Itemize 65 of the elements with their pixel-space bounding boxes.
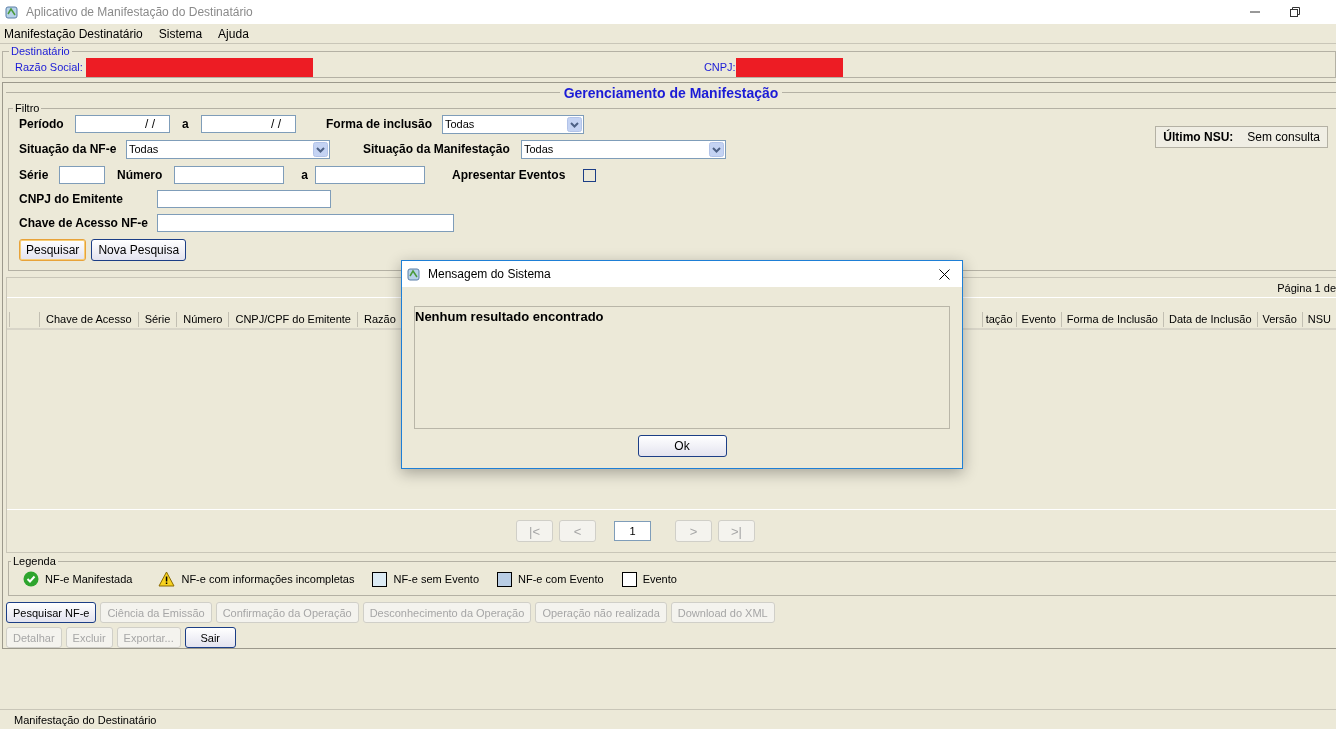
window-title: Aplicativo de Manifestação do Destinatário xyxy=(26,5,253,19)
column-header[interactable]: NSU xyxy=(1301,311,1336,327)
ok-button[interactable]: Ok xyxy=(637,435,727,457)
page-info: Página 1 de xyxy=(1277,281,1336,294)
message-text: Nenhum resultado encontrado xyxy=(415,309,604,324)
text-field[interactable] xyxy=(157,190,331,209)
legend-label: NF-e Manifestada xyxy=(45,573,133,585)
field-label: Período xyxy=(19,117,65,132)
menu-item[interactable]: Ajuda xyxy=(218,26,249,41)
action-button[interactable]: Pesquisar NF-e xyxy=(6,602,97,623)
nsu-label: Último NSU: xyxy=(1163,130,1234,145)
field-label: Razão Social: xyxy=(15,61,83,73)
menu-item[interactable]: Manifestação Destinatário xyxy=(4,26,143,41)
column-header[interactable]: Série xyxy=(137,311,177,327)
column-header[interactable]: Versão xyxy=(1256,311,1302,327)
column-header[interactable]: Evento xyxy=(1015,311,1061,327)
field-label: Série xyxy=(19,168,50,183)
action-button[interactable]: Sair xyxy=(184,627,236,648)
field-label: a xyxy=(182,117,190,132)
nsu-value: Sem consulta xyxy=(1247,130,1320,145)
app-icon xyxy=(406,266,422,282)
legend-label: NF-e com informações incompletas xyxy=(181,573,355,585)
field-label: Situação da NF-e xyxy=(19,142,118,157)
field-label: Forma de inclusão xyxy=(326,117,434,132)
column-header[interactable]: Número xyxy=(176,311,229,327)
field-label: Número xyxy=(117,168,164,183)
date-field[interactable]: / / xyxy=(75,115,170,134)
legend-label: Evento xyxy=(642,573,677,585)
dropdown[interactable]: Todas xyxy=(126,139,330,159)
page-number-field[interactable]: 1 xyxy=(614,521,651,541)
legend-label: NF-e sem Evento xyxy=(393,573,480,585)
close-icon[interactable] xyxy=(939,268,950,280)
field-label: CNPJ do Emitente xyxy=(19,192,124,207)
field-label: CNPJ: xyxy=(703,61,736,73)
column-header[interactable]: Data de Inclusão xyxy=(1162,311,1257,327)
checkbox[interactable] xyxy=(583,168,597,182)
app-icon xyxy=(4,4,20,20)
check-icon xyxy=(23,571,39,587)
group-title: Legenda xyxy=(12,555,57,567)
warning-icon xyxy=(158,571,176,587)
column-header[interactable]: Chave de Acesso xyxy=(39,311,138,327)
text-field[interactable] xyxy=(174,166,284,185)
column-header[interactable]: Forma de Inclusão xyxy=(1060,311,1163,327)
text-field[interactable] xyxy=(59,166,105,185)
column-header[interactable]: CNPJ/CPF do Emitente xyxy=(228,311,357,327)
column-header[interactable]: tação xyxy=(981,311,1016,327)
status-text: Manifestação do Destinatário xyxy=(14,713,157,726)
restore-icon[interactable] xyxy=(1290,7,1300,17)
text-field[interactable] xyxy=(157,214,454,233)
dialog-title: Mensagem do Sistema xyxy=(428,267,551,281)
text-field[interactable] xyxy=(315,166,425,185)
legend-label: NF-e com Evento xyxy=(518,573,604,585)
field-label: Chave de Acesso NF-e xyxy=(19,216,149,231)
field-label: Apresentar Eventos xyxy=(452,168,566,183)
search-button[interactable]: Pesquisar xyxy=(19,239,87,262)
group-title: Filtro xyxy=(14,102,41,115)
menu-item[interactable]: Sistema xyxy=(158,26,203,41)
new-search-button[interactable]: Nova Pesquisa xyxy=(91,239,187,262)
group-title: Destinatário xyxy=(10,45,71,57)
field-label: a xyxy=(300,168,309,183)
dropdown[interactable]: Todas xyxy=(442,114,584,134)
panel-title: Gerenciamento de Manifestação xyxy=(562,84,780,101)
field-label: Situação da Manifestação xyxy=(363,142,511,157)
dropdown[interactable]: Todas xyxy=(521,139,726,159)
date-field[interactable]: / / xyxy=(201,115,296,134)
